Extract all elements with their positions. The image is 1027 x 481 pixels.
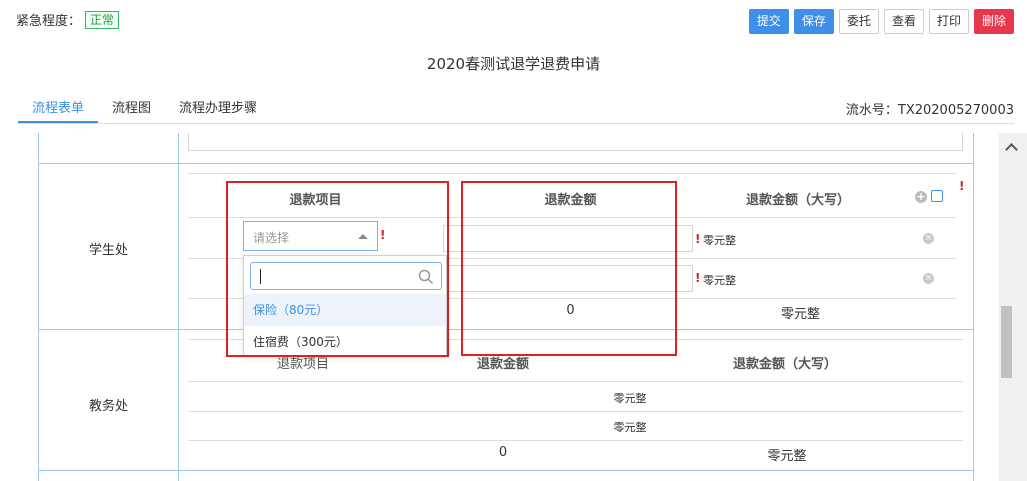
- header-refund-amount-cn: 退款金额（大写）: [745, 193, 850, 208]
- chevron-up-icon[interactable]: [1005, 143, 1018, 156]
- divider: [188, 381, 963, 382]
- divider: [188, 440, 963, 441]
- print-button[interactable]: 打印: [928, 9, 969, 34]
- grid-line: [38, 133, 39, 481]
- tab-form[interactable]: 流程表单: [18, 92, 99, 123]
- plus-circle-icon[interactable]: +: [915, 191, 927, 203]
- urgency-badge: 正常: [85, 10, 120, 29]
- grid-line: [178, 133, 179, 481]
- section-label-academic: 教务处: [89, 399, 129, 414]
- header-refund-amount-cn: 退款金额（大写）: [732, 357, 837, 372]
- save-button[interactable]: 保存: [793, 9, 834, 34]
- section-label-student: 学生处: [89, 243, 129, 258]
- amount-cn-value: 零元整: [703, 234, 736, 247]
- required-mark: !: [695, 232, 701, 246]
- scrollbar-thumb[interactable]: [1001, 306, 1012, 378]
- highlight-box-amount: [461, 181, 677, 356]
- urgency-label: 紧急程度：: [16, 14, 82, 29]
- tab-bar: 流程表单 流程图 流程办理步骤 流水号：TX202005270003: [18, 92, 1014, 124]
- total-amount-cn: 零元整: [780, 307, 820, 322]
- amount-cn-value: 零元整: [613, 421, 647, 434]
- divider: [188, 411, 963, 412]
- delegate-button[interactable]: 委托: [838, 9, 879, 34]
- page-title: 2020春测试退学退费申请: [426, 55, 601, 73]
- remove-circle-icon[interactable]: ×: [923, 273, 934, 284]
- delete-button[interactable]: 删除: [973, 9, 1014, 34]
- form-area: 学生处 退款项目 退款金额 退款金额（大写） + ! ! ! 零元整 × ! 零…: [0, 133, 997, 481]
- submit-button[interactable]: 提交: [748, 9, 789, 34]
- tab-flowchart[interactable]: 流程图: [98, 92, 165, 123]
- total-amount: 0: [498, 445, 508, 460]
- grid-line: [38, 163, 974, 164]
- tab-steps[interactable]: 流程办理步骤: [165, 92, 271, 123]
- vertical-scrollbar[interactable]: [999, 133, 1027, 481]
- remarks-textarea[interactable]: [188, 133, 963, 151]
- required-mark: !: [695, 271, 701, 285]
- amount-cn-value: 零元整: [613, 392, 647, 405]
- view-button[interactable]: 查看: [883, 9, 924, 34]
- remove-circle-icon[interactable]: ×: [923, 233, 934, 244]
- serial-number: 流水号：TX202005270003: [845, 103, 1014, 118]
- grid-line: [973, 133, 974, 481]
- total-amount-cn: 零元整: [767, 449, 807, 464]
- divider: [188, 173, 956, 174]
- highlight-box-item: [226, 181, 449, 357]
- urgency-indicator: 紧急程度： 正常: [16, 10, 120, 29]
- required-mark: !: [959, 179, 965, 193]
- grid-line: [38, 470, 974, 471]
- toolbar: 提交 保存 委托 查看 打印 删除: [748, 9, 1014, 34]
- import-icon[interactable]: [931, 190, 943, 202]
- amount-cn-value: 零元整: [703, 274, 736, 287]
